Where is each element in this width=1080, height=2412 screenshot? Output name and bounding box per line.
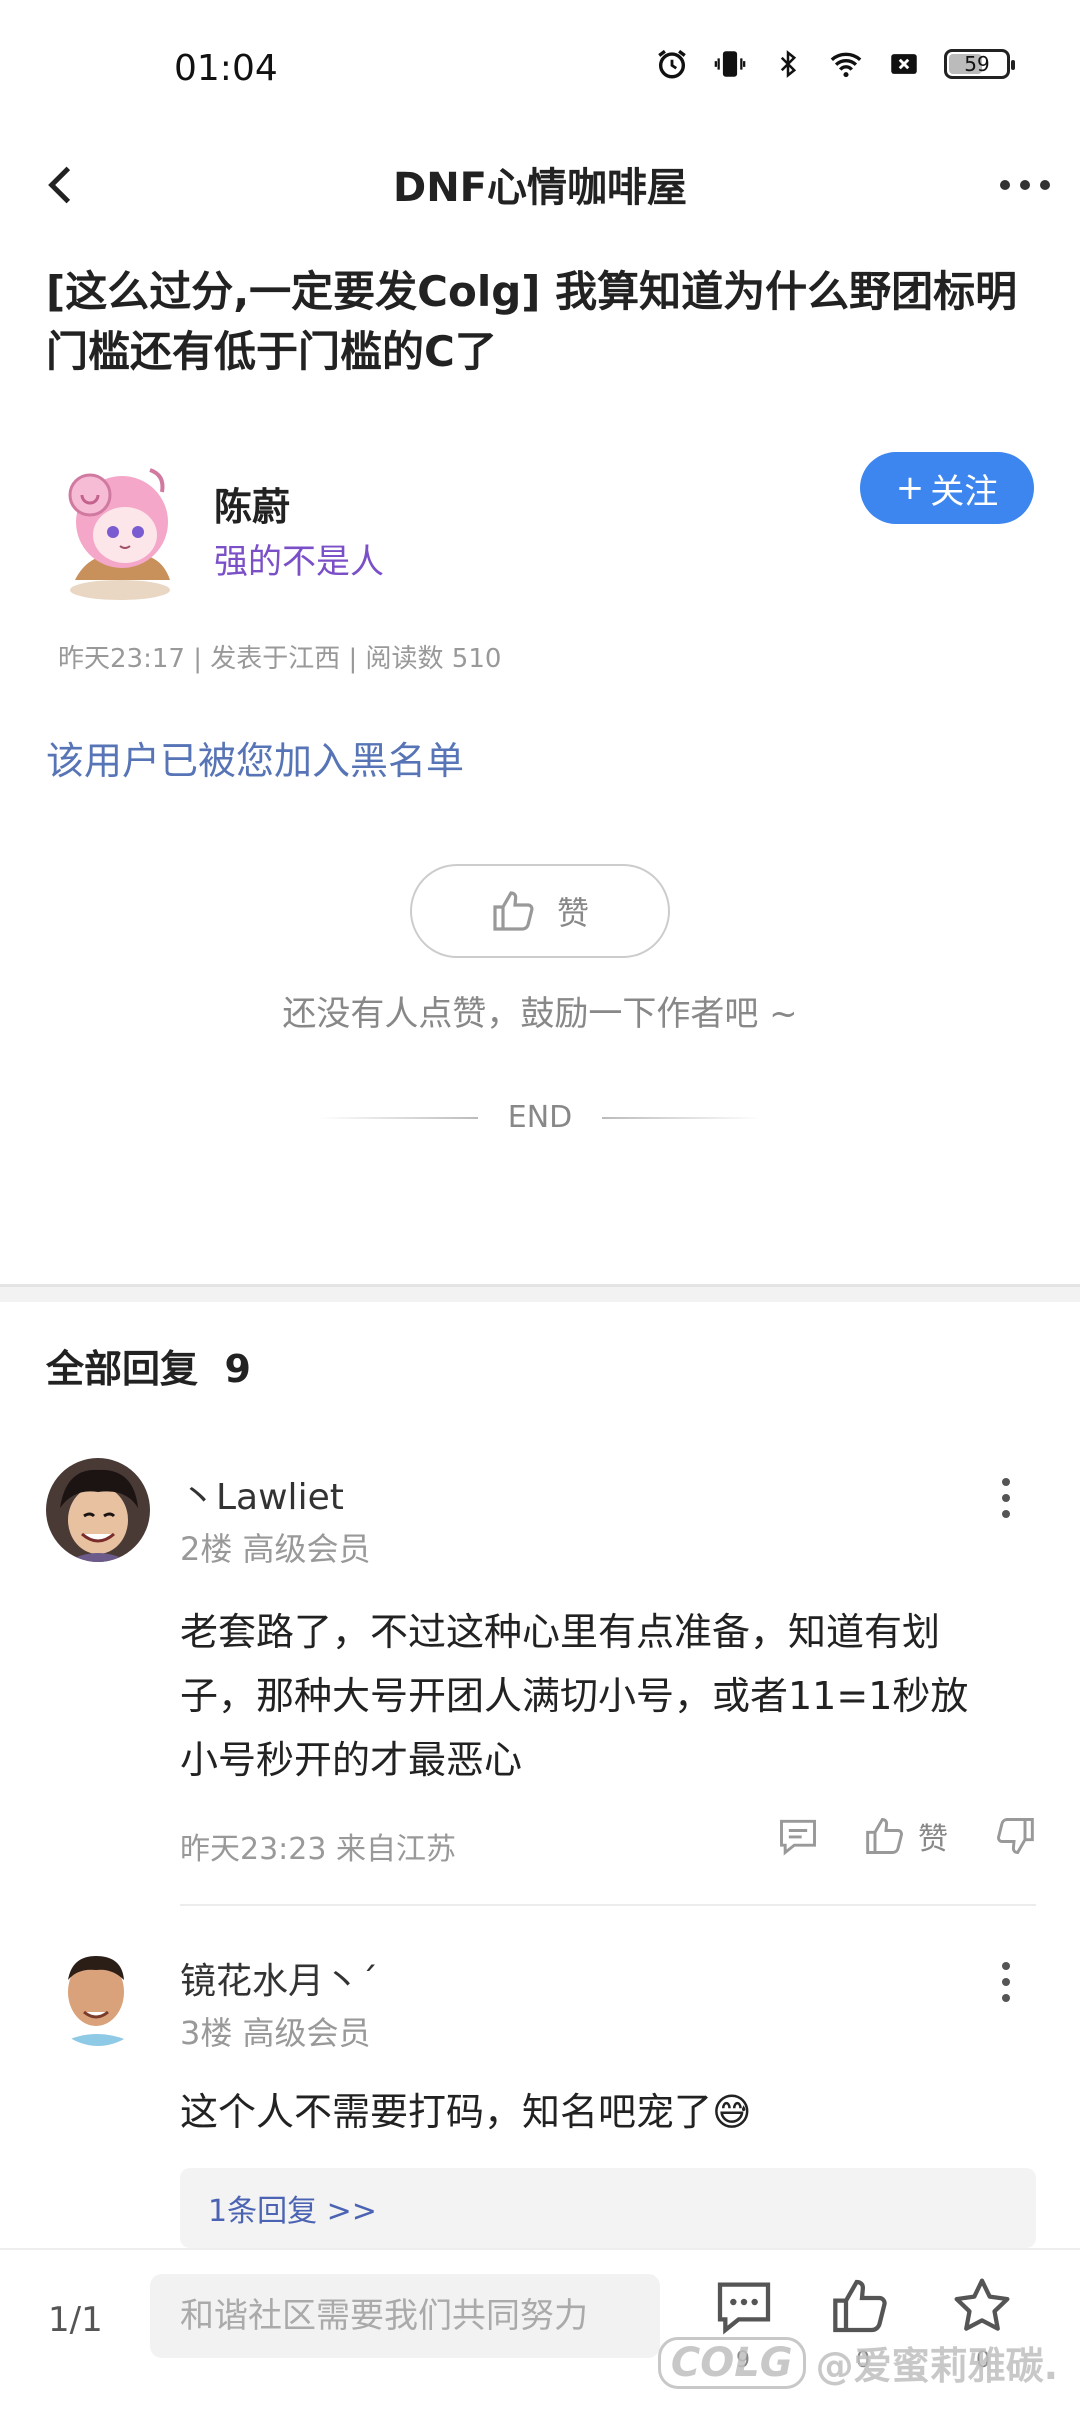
thumbs-up-icon xyxy=(493,891,534,931)
reply-author-name[interactable]: 丶Lawliet xyxy=(180,1468,344,1520)
like-post-button[interactable]: 赞 xyxy=(410,864,670,958)
bluetooth-icon xyxy=(770,46,806,82)
comment-input[interactable] xyxy=(150,2274,660,2358)
reply-time: 昨天23:23 来自江苏 xyxy=(180,1832,456,1867)
comment-icon xyxy=(780,1819,816,1856)
colg-logo: COLG xyxy=(657,2336,806,2389)
author-name[interactable]: 陈蔚 xyxy=(214,476,290,531)
status-icons: 59 xyxy=(654,46,1015,82)
reply-avatar[interactable] xyxy=(46,1942,150,2046)
comments-button[interactable] xyxy=(704,2266,784,2346)
reply-floor: 2楼 高级会员 xyxy=(180,1530,371,1568)
nav-bar: DNF心情咖啡屋 xyxy=(0,135,1080,235)
more-options-button[interactable] xyxy=(990,155,1060,215)
status-bar: 01:04 59 xyxy=(0,0,1080,135)
like-hint: 还没有人点赞，鼓励一下作者吧 ~ xyxy=(282,994,798,1034)
reply-comment-button[interactable] xyxy=(776,1814,820,1858)
reply-text: 老套路了，不过这种心里有点准备，知道有划子，那种大号开团人满切小号，或者11=1… xyxy=(180,1610,969,1782)
page-indicator[interactable]: 1/1 xyxy=(48,2300,103,2340)
reply-dislike-button[interactable] xyxy=(992,1814,1036,1858)
reply-floor: 3楼 高级会员 xyxy=(180,2014,371,2052)
reply-item: 镜花水月丶ˊ 3楼 高级会员 这个人不需要打码，知名吧宠了😅 1条回复 >> xyxy=(46,1942,1036,2248)
alarm-icon xyxy=(654,46,690,82)
reply-avatar[interactable] xyxy=(46,1458,150,1562)
end-label: END xyxy=(507,1100,573,1135)
comment-icon xyxy=(717,2282,771,2335)
subreply-link[interactable]: 1条回复 >> xyxy=(180,2168,1036,2248)
author-avatar[interactable] xyxy=(50,450,200,600)
sim-off-icon xyxy=(886,46,922,82)
divider-line-left xyxy=(317,1116,478,1119)
more-vertical-icon xyxy=(1002,1962,1010,2002)
replies-count: 9 xyxy=(224,1347,251,1391)
reply-author-name[interactable]: 镜花水月丶ˊ xyxy=(180,1952,378,2004)
more-horizontal-icon xyxy=(1000,180,1050,190)
more-vertical-icon xyxy=(1002,1478,1010,1518)
reply-item: 丶Lawliet 2楼 高级会员 老套路了，不过这种心里有点准备，知道有划子，那… xyxy=(46,1458,1036,1908)
watermark: COLG @爱蜜莉雅碳. xyxy=(657,2335,1058,2390)
follow-button[interactable]: + 关注 xyxy=(860,452,1034,524)
follow-label: 关注 xyxy=(930,471,999,512)
like-label: 赞 xyxy=(556,894,589,932)
like-button[interactable] xyxy=(822,2266,902,2346)
favorite-button[interactable] xyxy=(942,2266,1022,2346)
post-meta: 昨天23:17 | 发表于江西 | 阅读数 510 xyxy=(58,644,502,674)
replies-header: 全部回复 9 xyxy=(46,1347,251,1391)
vibrate-icon xyxy=(712,46,748,82)
thumbs-down-icon xyxy=(997,1818,1034,1854)
reply-more-button[interactable] xyxy=(986,1468,1026,1528)
battery-icon: 59 xyxy=(944,49,1015,79)
bottom-bar: 1/1 9 0 0 COLG @爱蜜莉雅碳. xyxy=(0,2248,1080,2412)
thumbs-up-icon xyxy=(833,2279,887,2333)
divider-line-right xyxy=(602,1116,763,1119)
thumbs-up-icon xyxy=(866,1818,903,1854)
star-icon xyxy=(954,2278,1010,2331)
wifi-icon xyxy=(828,46,864,82)
reply-more-button[interactable] xyxy=(986,1952,1026,2012)
reply-like-button[interactable]: 赞 xyxy=(864,1814,948,1858)
reply-divider xyxy=(180,1904,1036,1906)
blocked-notice: 该用户已被您加入黑名单 xyxy=(46,739,465,783)
page-title: DNF心情咖啡屋 xyxy=(392,165,687,211)
section-separator xyxy=(0,1284,1080,1302)
watermark-text: @爱蜜莉雅碳. xyxy=(815,2344,1058,2388)
reply-like-label: 赞 xyxy=(918,1822,948,1857)
plus-icon: + xyxy=(895,468,925,508)
author-signature: 强的不是人 xyxy=(214,542,384,582)
reply-text: 这个人不需要打码，知名吧宠了😅 xyxy=(180,2090,752,2134)
reply-actions: 赞 xyxy=(776,1814,1036,1858)
status-time: 01:04 xyxy=(174,48,278,89)
post-title: [这么过分,一定要发Colg] 我算知道为什么野团标明门槛还有低于门槛的C了 xyxy=(46,267,1018,376)
end-divider: END xyxy=(0,1100,1080,1135)
